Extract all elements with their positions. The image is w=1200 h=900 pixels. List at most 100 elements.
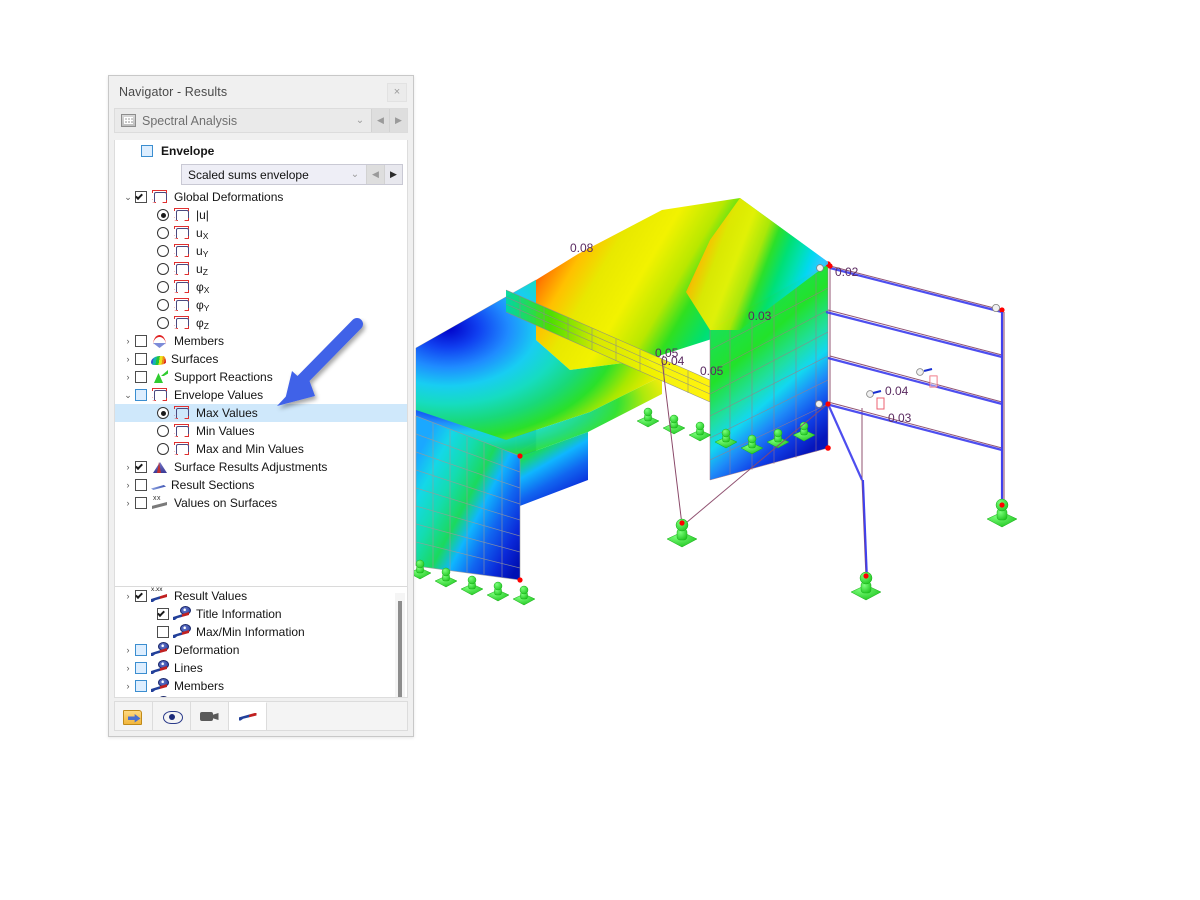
results-tree-bottom[interactable]: › Result Values Title Information Max/Min I… bbox=[115, 587, 407, 697]
chevron-right-icon[interactable]: › bbox=[121, 480, 135, 490]
tree-row-u[interactable]: uX bbox=[115, 224, 407, 242]
radio-unselected[interactable] bbox=[157, 443, 169, 455]
radio-selected[interactable] bbox=[157, 209, 169, 221]
tree-scrollbar[interactable] bbox=[395, 593, 405, 697]
radio-unselected[interactable] bbox=[157, 245, 169, 257]
envelope-type-combo[interactable]: Scaled sums envelope ⌄ ◀ ▶ bbox=[181, 164, 403, 185]
tree-row-members[interactable]: › Members bbox=[115, 332, 407, 350]
tree-row-label: φY bbox=[196, 298, 210, 313]
eye-icon bbox=[161, 708, 183, 724]
tree-row-label: Members bbox=[174, 679, 225, 693]
navigator-tree-container[interactable]: Envelope Scaled sums envelope ⌄ ◀ ▶ ⌄ Glo… bbox=[114, 140, 408, 698]
checkbox-checked[interactable] bbox=[135, 461, 147, 473]
results-icon bbox=[237, 709, 259, 725]
view-tab[interactable] bbox=[153, 702, 191, 730]
analysis-next-button[interactable]: ▶ bbox=[389, 109, 407, 132]
chevron-down-icon[interactable]: ⌄ bbox=[121, 390, 135, 401]
checkbox-unchecked[interactable] bbox=[135, 371, 147, 383]
checkbox-checked[interactable] bbox=[157, 608, 169, 620]
tree-scrollbar-thumb[interactable] bbox=[398, 601, 402, 697]
envelope-checkbox[interactable] bbox=[141, 145, 153, 157]
checkbox-checked[interactable] bbox=[135, 191, 147, 203]
radio-unselected[interactable] bbox=[157, 263, 169, 275]
tree-row-envelope-values[interactable]: ⌄ Envelope Values bbox=[115, 386, 407, 404]
checkbox-checked[interactable] bbox=[135, 590, 147, 602]
camera-tab[interactable] bbox=[191, 702, 229, 730]
chevron-right-icon[interactable]: › bbox=[121, 498, 135, 508]
radio-unselected[interactable] bbox=[157, 299, 169, 311]
checkbox-unchecked[interactable] bbox=[157, 626, 169, 638]
tree-row-max-min-information[interactable]: Max/Min Information bbox=[115, 623, 407, 641]
checkbox-unchecked[interactable] bbox=[135, 353, 147, 365]
tree-row-global-deformations[interactable]: ⌄ Global Deformations bbox=[115, 188, 407, 206]
tree-row-lines[interactable]: › Lines bbox=[115, 659, 407, 677]
close-icon[interactable]: × bbox=[387, 82, 407, 102]
checkbox-unchecked[interactable] bbox=[135, 497, 147, 509]
envelope-icon bbox=[151, 388, 169, 402]
combo-chevron-down-icon[interactable]: ⌄ bbox=[344, 169, 366, 180]
tree-row-label: Global Deformations bbox=[174, 190, 284, 204]
tree-row-values-on-surfaces[interactable]: › Values on Surfaces bbox=[115, 494, 407, 512]
checkbox-unchecked[interactable] bbox=[135, 335, 147, 347]
tree-row-u[interactable]: uY bbox=[115, 242, 407, 260]
envelope-combo-value: Scaled sums envelope bbox=[188, 167, 309, 182]
tree-row-surfaces[interactable]: ›Surfaces bbox=[115, 350, 407, 368]
chevron-right-icon[interactable]: › bbox=[121, 336, 135, 346]
tree-row-result-values[interactable]: › Result Values bbox=[115, 587, 407, 605]
chevron-right-icon[interactable]: › bbox=[121, 645, 135, 655]
tree-row-min-values[interactable]: Min Values bbox=[115, 422, 407, 440]
tree-row-[interactable]: φZ bbox=[115, 314, 407, 332]
tree-row-[interactable]: φY bbox=[115, 296, 407, 314]
chevron-right-icon[interactable]: › bbox=[121, 354, 135, 364]
title-information-icon bbox=[151, 678, 169, 693]
tree-row-[interactable]: φX bbox=[115, 278, 407, 296]
navigator-results-panel[interactable]: Navigator - Results × Spectral Analysis … bbox=[108, 75, 414, 737]
chevron-right-icon[interactable]: › bbox=[121, 681, 135, 691]
chevron-down-icon[interactable]: ⌄ bbox=[349, 115, 371, 126]
radio-unselected[interactable] bbox=[157, 227, 169, 239]
chevron-right-icon[interactable]: › bbox=[121, 462, 135, 472]
result-value-label: 0.03 bbox=[888, 411, 912, 425]
chevron-right-icon[interactable]: › bbox=[121, 663, 135, 673]
members-icon bbox=[151, 334, 169, 348]
results-tab[interactable] bbox=[229, 702, 267, 730]
radio-selected[interactable] bbox=[157, 407, 169, 419]
tree-row-envelope[interactable]: Envelope bbox=[115, 140, 407, 162]
tree-row-label: Lines bbox=[174, 661, 203, 675]
radio-unselected[interactable] bbox=[157, 317, 169, 329]
checkbox-unchecked[interactable] bbox=[135, 644, 147, 656]
envelope-next-button[interactable]: ▶ bbox=[384, 165, 402, 184]
radio-unselected[interactable] bbox=[157, 425, 169, 437]
tree-row-max-and-min-values[interactable]: Max and Min Values bbox=[115, 440, 407, 458]
analysis-prev-button[interactable]: ◀ bbox=[371, 109, 389, 132]
tree-row-surface-results-adjustments[interactable]: › Surface Results Adjustments bbox=[115, 458, 407, 476]
import-tab[interactable] bbox=[115, 702, 153, 730]
analysis-selector-row[interactable]: Spectral Analysis ⌄ ◀ ▶ bbox=[114, 108, 408, 133]
radio-unselected[interactable] bbox=[157, 281, 169, 293]
tree-row-members[interactable]: › Members bbox=[115, 677, 407, 695]
chevron-down-icon[interactable]: ⌄ bbox=[121, 192, 135, 203]
tree-row-max-values[interactable]: Max Values bbox=[115, 404, 407, 422]
navigator-tab-strip[interactable] bbox=[114, 701, 408, 731]
chevron-right-icon[interactable]: › bbox=[121, 591, 135, 601]
results-tree-top[interactable]: Envelope Scaled sums envelope ⌄ ◀ ▶ ⌄ Glo… bbox=[115, 140, 407, 587]
tree-row-surfaces[interactable]: ›Surfaces bbox=[115, 695, 407, 697]
results-tree-bottom-rows[interactable]: › Result Values Title Information Max/Min I… bbox=[115, 587, 407, 697]
navigator-titlebar: Navigator - Results × bbox=[109, 76, 413, 108]
tree-row-support-reactions[interactable]: › Support Reactions bbox=[115, 368, 407, 386]
envelope-prev-button[interactable]: ◀ bbox=[366, 165, 384, 184]
checkbox-unchecked[interactable] bbox=[135, 662, 147, 674]
checkbox-unchecked[interactable] bbox=[135, 479, 147, 491]
results-tree-top-rows[interactable]: ⌄ Global Deformations |u| uX uY uZ φX φY φZ › Memb… bbox=[115, 188, 407, 512]
tree-row-u[interactable]: uZ bbox=[115, 260, 407, 278]
chevron-right-icon[interactable]: › bbox=[121, 372, 135, 382]
title-information-icon bbox=[151, 642, 169, 657]
checkbox-unchecked[interactable] bbox=[135, 680, 147, 692]
tree-row-label: Members bbox=[174, 334, 225, 348]
checkbox-unchecked[interactable] bbox=[135, 389, 147, 401]
model-3d-viewport[interactable]: 0.08 0.02 0.03 0.04 0.05 0.05 0.04 0.03 bbox=[410, 180, 1050, 610]
tree-row-result-sections[interactable]: › Result Sections bbox=[115, 476, 407, 494]
tree-row-title-information[interactable]: Title Information bbox=[115, 605, 407, 623]
tree-row-deformation[interactable]: › Deformation bbox=[115, 641, 407, 659]
tree-row-u[interactable]: |u| bbox=[115, 206, 407, 224]
